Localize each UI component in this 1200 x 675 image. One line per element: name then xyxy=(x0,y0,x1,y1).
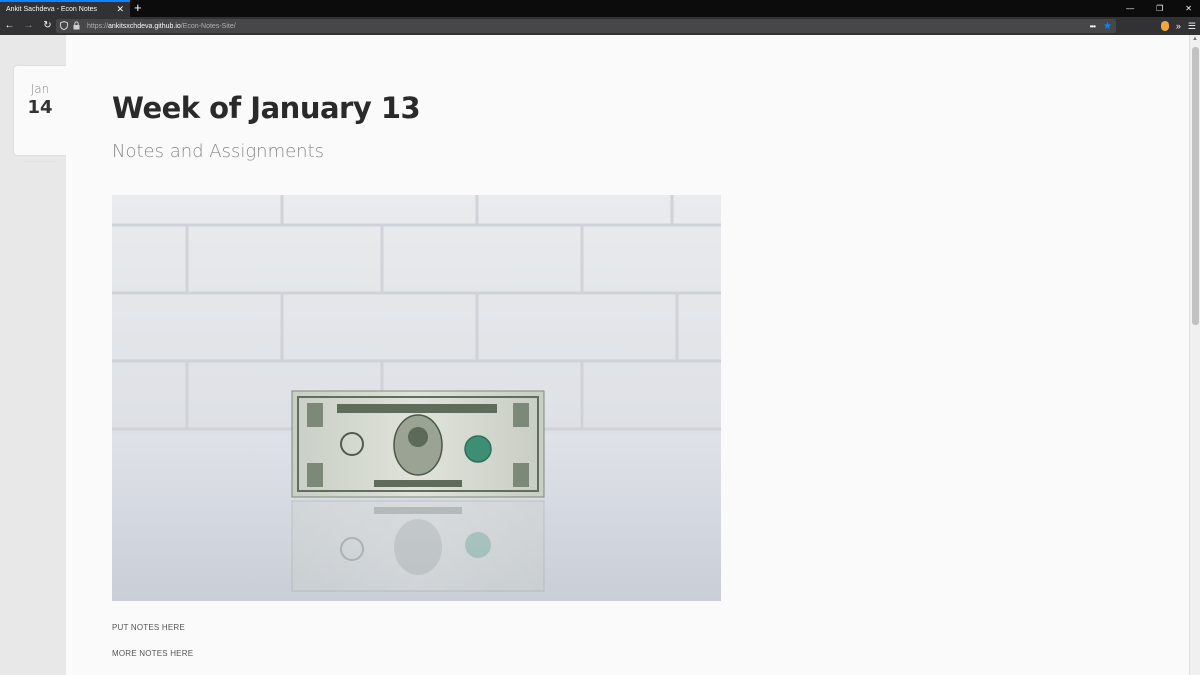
overflow-icon[interactable]: » xyxy=(1176,21,1181,31)
url-bar[interactable]: https://ankitsxchdeva.github.io/Econ-Not… xyxy=(56,19,1116,33)
url-text: https://ankitsxchdeva.github.io/Econ-Not… xyxy=(87,23,236,30)
back-icon[interactable]: ← xyxy=(0,17,19,35)
note-line: MORE NOTES HERE xyxy=(112,649,194,658)
close-window-icon[interactable]: ✕ xyxy=(1185,4,1192,13)
tab-strip: Ankit Sachdeva - Econ Notes ✕ + — ❐ ✕ xyxy=(0,0,1200,17)
date-month: Jan xyxy=(30,82,50,96)
tab-econ-notes[interactable]: Ankit Sachdeva - Econ Notes ✕ xyxy=(0,0,130,17)
dollar-bill-photo xyxy=(112,195,721,601)
url-scheme: https:// xyxy=(87,22,109,30)
restore-icon[interactable]: ❐ xyxy=(1156,4,1163,13)
post-date-badge: Jan 14 xyxy=(13,65,66,162)
url-host: ankitsxchdeva.github.io xyxy=(108,22,181,30)
shield-icon[interactable] xyxy=(60,20,68,32)
date-divider xyxy=(24,161,57,162)
new-tab-button[interactable]: + xyxy=(134,1,142,15)
scroll-thumb[interactable] xyxy=(1192,47,1199,325)
tab-close-icon[interactable]: ✕ xyxy=(116,5,124,14)
page-scrollbar[interactable]: ▲ xyxy=(1189,35,1200,675)
toolbar-right: » ☰ xyxy=(1160,17,1196,35)
date-day: 14 xyxy=(27,97,53,118)
bookmark-star-icon[interactable]: ★ xyxy=(1103,21,1112,32)
url-path: /Econ-Notes-Site/ xyxy=(180,22,236,30)
scroll-up-icon[interactable]: ▲ xyxy=(1192,36,1198,42)
window-controls: — ❐ ✕ xyxy=(1126,0,1192,17)
note-line: PUT NOTES HERE xyxy=(112,623,185,632)
tab-title: Ankit Sachdeva - Econ Notes xyxy=(6,6,98,13)
url-actions: ••• ★ xyxy=(1090,19,1112,33)
lock-icon[interactable] xyxy=(73,20,80,32)
reload-icon[interactable]: ↻ xyxy=(38,17,57,35)
post-title: Week of January 13 xyxy=(112,91,421,125)
minimize-icon[interactable]: — xyxy=(1126,4,1134,13)
forward-icon[interactable]: → xyxy=(19,17,38,35)
page-viewport: Week of January 13 Notes and Assignments xyxy=(0,35,1200,675)
nav-toolbar: ← → ↻ https://ankitsxchdeva.github.io/Ec… xyxy=(0,17,1200,35)
post-content: Week of January 13 Notes and Assignments xyxy=(66,35,1189,675)
hamburger-menu-icon[interactable]: ☰ xyxy=(1188,21,1196,32)
hero-image-dollar-bill xyxy=(112,195,721,601)
extension-icon[interactable] xyxy=(1160,21,1169,31)
post-subtitle: Notes and Assignments xyxy=(112,141,325,162)
page-actions-icon[interactable]: ••• xyxy=(1090,22,1096,31)
